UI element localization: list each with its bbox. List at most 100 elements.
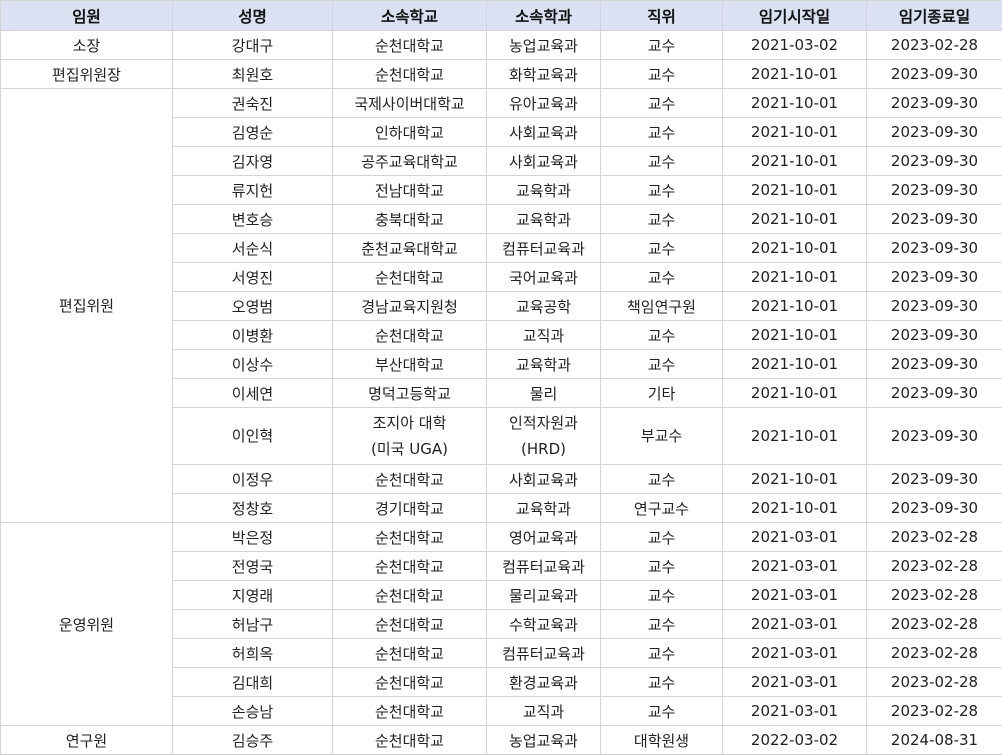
start-cell: 2021-03-01: [722, 667, 867, 697]
position-cell: 책임연구원: [600, 291, 723, 321]
name-cell: 허남구: [172, 609, 333, 639]
school-cell: 순천대학교: [332, 667, 487, 697]
name-cell: 손승남: [172, 696, 333, 726]
start-cell: 2021-10-01: [722, 204, 867, 234]
school-line: 조지아 대학: [372, 414, 447, 432]
name-cell: 김승주: [172, 725, 333, 755]
position-cell: 교수: [600, 233, 723, 263]
school-cell: 순천대학교: [332, 609, 487, 639]
role-cell: 연구원: [0, 725, 173, 755]
position-cell: 교수: [600, 117, 723, 147]
end-cell: 2023-09-30: [866, 88, 1002, 118]
school-cell: 순천대학교: [332, 551, 487, 581]
end-cell: 2023-02-28: [866, 522, 1002, 552]
dept-cell: 교직과: [486, 320, 601, 350]
dept-cell: 농업교육과: [486, 725, 601, 755]
school-cell: 순천대학교: [332, 320, 487, 350]
header-end-date: 임기종료일: [866, 0, 1002, 31]
table-row: 운영위원 박은정 순천대학교 영어교육과 교수 2021-03-01 2023-02-28: [0, 522, 1002, 726]
name-cell: 강대구: [172, 30, 333, 60]
dept-cell: 국어교육과: [486, 262, 601, 292]
position-cell: 대학원생: [600, 725, 723, 755]
dept-cell: 사회교육과: [486, 117, 601, 147]
name-cell: 허희옥: [172, 638, 333, 668]
name-cell: 서영진: [172, 262, 333, 292]
school-cell: 순천대학교: [332, 262, 487, 292]
position-cell: 교수: [600, 30, 723, 60]
end-cell: 2024-08-31: [866, 725, 1002, 755]
name-cell: 김자영: [172, 146, 333, 176]
dept-line: (HRD): [521, 440, 566, 458]
header-position: 직위: [600, 0, 723, 31]
dept-cell: 수학교육과: [486, 609, 601, 639]
school-cell: 인하대학교: [332, 117, 487, 147]
start-cell: 2021-10-01: [722, 88, 867, 118]
dept-cell: 교육학과: [486, 204, 601, 234]
school-cell: 충북대학교: [332, 204, 487, 234]
start-cell: 2021-10-01: [722, 407, 867, 465]
start-cell: 2021-10-01: [722, 291, 867, 321]
dept-cell: 컴퓨터교육과: [486, 638, 601, 668]
header-dept: 소속학과: [486, 0, 601, 31]
dept-cell: 농업교육과: [486, 30, 601, 60]
school-cell: 명덕고등학교: [332, 378, 487, 408]
school-cell: 조지아 대학 (미국 UGA): [332, 407, 487, 465]
start-cell: 2021-10-01: [722, 59, 867, 89]
position-cell: 연구교수: [600, 493, 723, 523]
start-cell: 2021-10-01: [722, 146, 867, 176]
start-cell: 2022-03-02: [722, 725, 867, 755]
start-cell: 2021-03-01: [722, 580, 867, 610]
end-cell: 2023-02-28: [866, 580, 1002, 610]
end-cell: 2023-02-28: [866, 638, 1002, 668]
school-cell: 순천대학교: [332, 30, 487, 60]
role-cell: 편집위원장: [0, 59, 173, 89]
position-cell: 교수: [600, 349, 723, 379]
table-body: 소장 강대구 순천대학교 농업교육과 교수 2021-03-02 2023-02-28 편집위…: [0, 30, 1002, 755]
end-cell: 2023-09-30: [866, 59, 1002, 89]
start-cell: 2021-10-01: [722, 233, 867, 263]
position-cell: 교수: [600, 580, 723, 610]
header-start-date: 임기시작일: [722, 0, 867, 31]
end-cell: 2023-09-30: [866, 233, 1002, 263]
name-cell: 전영국: [172, 551, 333, 581]
position-cell: 교수: [600, 696, 723, 726]
end-cell: 2023-09-30: [866, 493, 1002, 523]
end-cell: 2023-09-30: [866, 407, 1002, 465]
start-cell: 2021-03-01: [722, 522, 867, 552]
school-cell: 국제사이버대학교: [332, 88, 487, 118]
position-cell: 교수: [600, 464, 723, 494]
role-cell: 소장: [0, 30, 173, 60]
dept-cell: 물리교육과: [486, 580, 601, 610]
name-cell: 박은정: [172, 522, 333, 552]
end-cell: 2023-02-28: [866, 696, 1002, 726]
position-cell: 교수: [600, 609, 723, 639]
table-row: 소장 강대구 순천대학교 농업교육과 교수 2021-03-02 2023-02-28: [0, 30, 1002, 60]
header-school: 소속학교: [332, 0, 487, 31]
header-row: 임원 성명 소속학교 소속학과 직위 임기시작일 임기종료일: [0, 0, 1002, 31]
start-cell: 2021-10-01: [722, 117, 867, 147]
name-cell: 오영범: [172, 291, 333, 321]
position-cell: 교수: [600, 146, 723, 176]
dept-cell: 교육학과: [486, 175, 601, 205]
school-cell: 순천대학교: [332, 522, 487, 552]
start-cell: 2021-10-01: [722, 464, 867, 494]
dept-cell: 화학교육과: [486, 59, 601, 89]
end-cell: 2023-09-30: [866, 378, 1002, 408]
name-cell: 정창호: [172, 493, 333, 523]
start-cell: 2021-10-01: [722, 349, 867, 379]
end-cell: 2023-09-30: [866, 146, 1002, 176]
start-cell: 2021-10-01: [722, 175, 867, 205]
table-row: 편집위원장 최원호 순천대학교 화학교육과 교수 2021-10-01 2023-09-30: [0, 59, 1002, 89]
name-cell: 지영래: [172, 580, 333, 610]
end-cell: 2023-02-28: [866, 667, 1002, 697]
position-cell: 교수: [600, 88, 723, 118]
end-cell: 2023-09-30: [866, 464, 1002, 494]
end-cell: 2023-09-30: [866, 175, 1002, 205]
name-cell: 김대희: [172, 667, 333, 697]
table-row: 편집위원 권숙진 국제사이버대학교 유아교육과 교수 2021-10-01 2023-09-…: [0, 88, 1002, 523]
school-cell: 순천대학교: [332, 464, 487, 494]
role-cell: 운영위원: [0, 522, 173, 726]
dept-cell: 유아교육과: [486, 88, 601, 118]
name-cell: 이세연: [172, 378, 333, 408]
position-cell: 교수: [600, 667, 723, 697]
